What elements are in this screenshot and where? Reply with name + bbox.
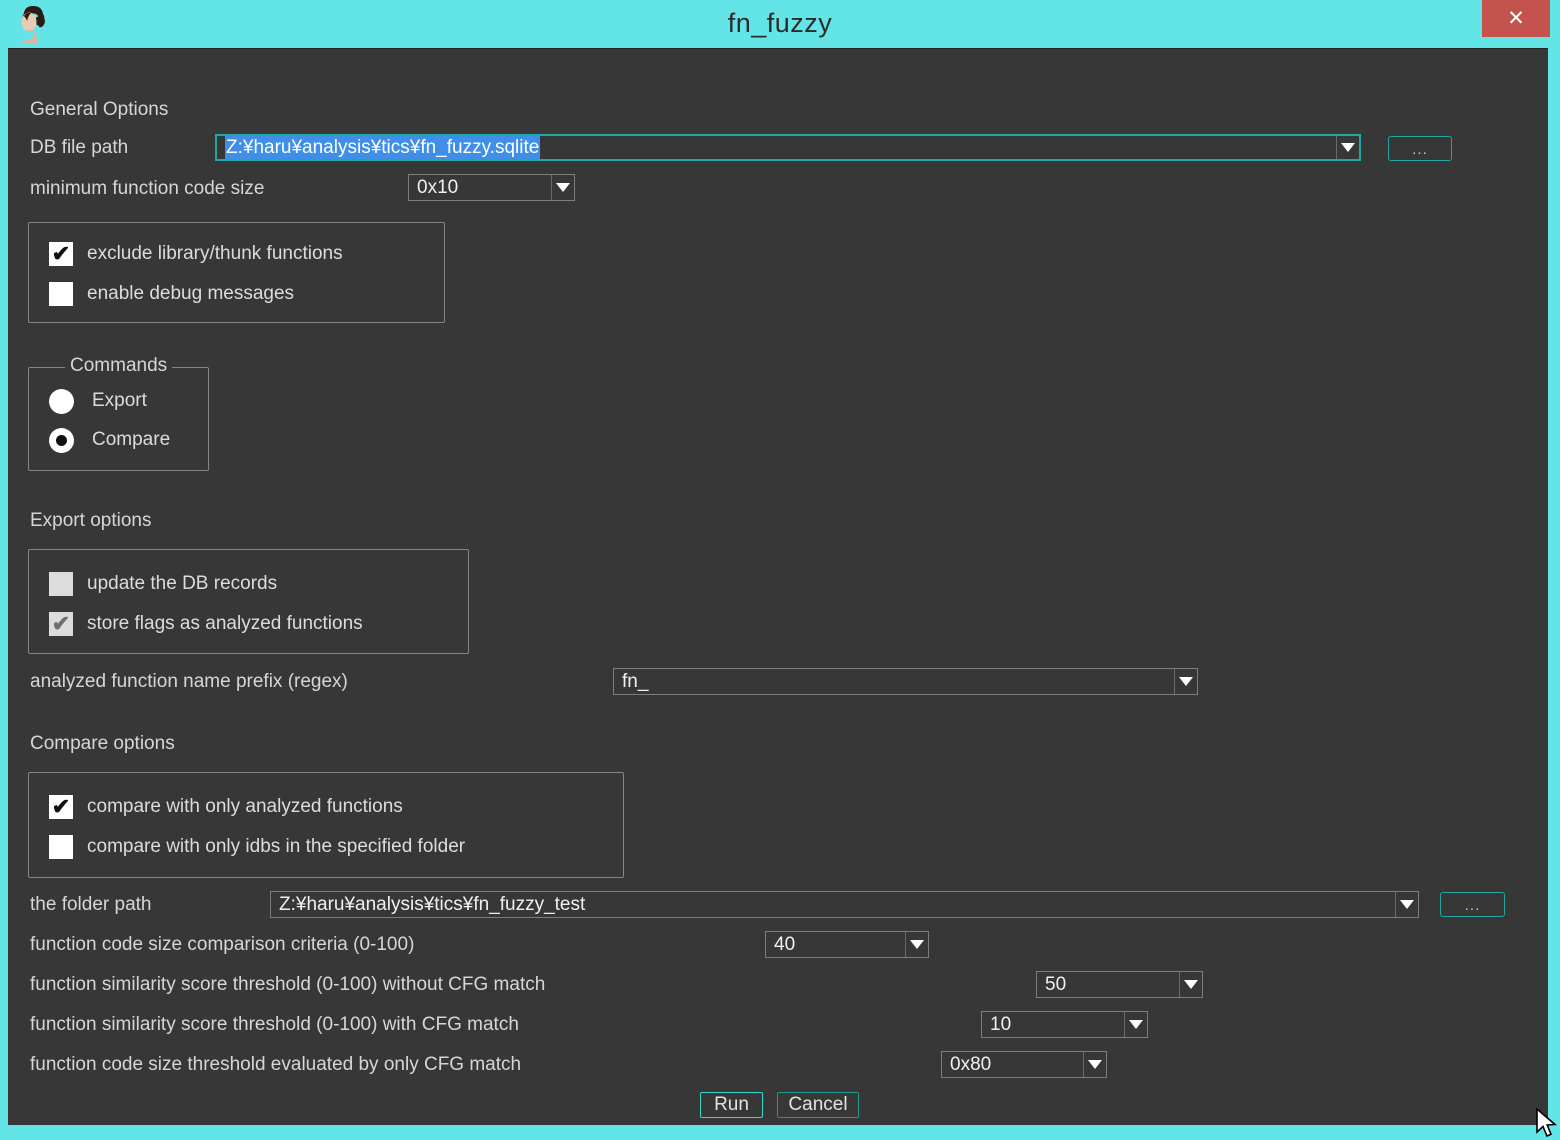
min-code-size-value[interactable]: 0x10	[417, 175, 548, 200]
criteria-label: function code size comparison criteria (…	[30, 934, 414, 956]
threshold-with-cfg-value[interactable]: 10	[990, 1012, 1121, 1037]
compare-analyzed-label[interactable]: compare with only analyzed functions	[87, 796, 403, 818]
compare-options-group: compare with only analyzed functions com…	[28, 772, 624, 878]
compare-radio-label[interactable]: Compare	[92, 429, 170, 451]
criteria-value[interactable]: 40	[774, 932, 902, 957]
db-file-path-combo[interactable]: Z:¥haru¥analysis¥tics¥fn_fuzzy.sqlite	[215, 134, 1361, 161]
close-button[interactable]: ✕	[1482, 0, 1550, 37]
compare-radio-row[interactable]: Compare	[49, 427, 170, 453]
folder-path-browse-button[interactable]: ...	[1440, 892, 1505, 917]
store-flags-checkbox	[49, 612, 73, 636]
criteria-combo[interactable]: 40	[765, 931, 929, 958]
update-db-records-row: update the DB records	[49, 571, 277, 596]
mouse-cursor-icon	[1534, 1108, 1560, 1140]
fn-fuzzy-dialog: fn_fuzzy ✕ General Options DB file path …	[0, 0, 1560, 1140]
compare-radio[interactable]	[49, 428, 74, 453]
store-flags-row: store flags as analyzed functions	[49, 611, 363, 636]
exclude-library-thunk-checkbox[interactable]	[49, 242, 73, 266]
store-flags-label: store flags as analyzed functions	[87, 613, 363, 635]
run-button[interactable]: Run	[700, 1092, 763, 1118]
prefix-label: analyzed function name prefix (regex)	[30, 671, 348, 693]
folder-path-value[interactable]: Z:¥haru¥analysis¥tics¥fn_fuzzy_test	[279, 892, 1392, 917]
compare-options-title: Compare options	[30, 733, 175, 755]
threshold-with-cfg-combo[interactable]: 10	[981, 1011, 1148, 1038]
export-radio[interactable]	[49, 389, 74, 414]
min-code-size-dropdown-icon[interactable]	[551, 175, 574, 200]
cancel-button[interactable]: Cancel	[777, 1092, 859, 1118]
compare-idbs-folder-checkbox[interactable]	[49, 835, 73, 859]
folder-path-combo[interactable]: Z:¥haru¥analysis¥tics¥fn_fuzzy_test	[270, 891, 1419, 918]
db-file-path-browse-button[interactable]: ...	[1388, 136, 1452, 161]
export-options-group: update the DB records store flags as ana…	[28, 549, 469, 654]
enable-debug-messages-checkbox[interactable]	[49, 282, 73, 306]
code-size-threshold-value[interactable]: 0x80	[950, 1052, 1080, 1077]
threshold-without-cfg-dropdown-icon[interactable]	[1179, 972, 1202, 997]
update-db-records-label: update the DB records	[87, 573, 277, 595]
compare-idbs-folder-label[interactable]: compare with only idbs in the specified …	[87, 836, 465, 858]
threshold-without-cfg-combo[interactable]: 50	[1036, 971, 1203, 998]
enable-debug-messages-row[interactable]: enable debug messages	[49, 281, 294, 306]
prefix-combo[interactable]: fn_	[613, 668, 1198, 695]
export-options-title: Export options	[30, 510, 151, 532]
folder-path-label: the folder path	[30, 894, 151, 916]
export-radio-row[interactable]: Export	[49, 388, 147, 414]
code-size-threshold-dropdown-icon[interactable]	[1083, 1052, 1106, 1077]
prefix-value[interactable]: fn_	[622, 669, 1171, 694]
dialog-body: General Options DB file path Z:¥haru¥ana…	[8, 48, 1548, 1125]
code-size-threshold-combo[interactable]: 0x80	[941, 1051, 1107, 1078]
db-file-path-label: DB file path	[30, 137, 128, 159]
threshold-without-cfg-label: function similarity score threshold (0-1…	[30, 974, 545, 996]
db-file-path-value[interactable]: Z:¥haru¥analysis¥tics¥fn_fuzzy.sqlite	[225, 136, 1333, 159]
general-checkbox-group: exclude library/thunk functions enable d…	[28, 222, 445, 323]
threshold-with-cfg-label: function similarity score threshold (0-1…	[30, 1014, 519, 1036]
criteria-dropdown-icon[interactable]	[905, 932, 928, 957]
prefix-dropdown-icon[interactable]	[1174, 669, 1197, 694]
threshold-with-cfg-dropdown-icon[interactable]	[1124, 1012, 1147, 1037]
min-code-size-label: minimum function code size	[30, 178, 264, 200]
update-db-records-checkbox	[49, 572, 73, 596]
general-options-title: General Options	[30, 99, 168, 121]
min-code-size-combo[interactable]: 0x10	[408, 174, 575, 201]
code-size-threshold-label: function code size threshold evaluated b…	[30, 1054, 521, 1076]
export-radio-label[interactable]: Export	[92, 390, 147, 412]
enable-debug-messages-label[interactable]: enable debug messages	[87, 283, 294, 305]
window-title: fn_fuzzy	[0, 8, 1560, 39]
folder-path-dropdown-icon[interactable]	[1395, 892, 1418, 917]
compare-idbs-folder-row[interactable]: compare with only idbs in the specified …	[49, 834, 465, 859]
commands-group: Commands Export Compare	[28, 367, 209, 471]
exclude-library-thunk-label[interactable]: exclude library/thunk functions	[87, 243, 343, 265]
commands-legend: Commands	[65, 355, 172, 377]
compare-analyzed-checkbox[interactable]	[49, 795, 73, 819]
exclude-library-thunk-row[interactable]: exclude library/thunk functions	[49, 241, 343, 266]
threshold-without-cfg-value[interactable]: 50	[1045, 972, 1176, 997]
compare-analyzed-row[interactable]: compare with only analyzed functions	[49, 794, 403, 819]
db-file-path-dropdown-icon[interactable]	[1336, 136, 1359, 159]
titlebar: fn_fuzzy ✕	[0, 0, 1560, 48]
